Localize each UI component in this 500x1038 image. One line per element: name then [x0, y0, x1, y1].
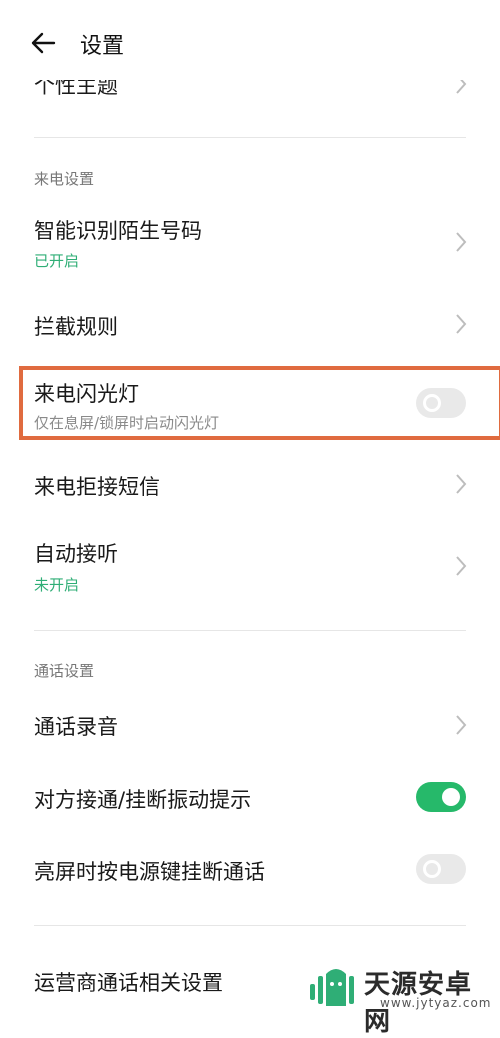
list-item-power-hangup[interactable]: 亮屏时按电源键挂断通话 — [0, 842, 500, 902]
flash-toggle[interactable] — [416, 388, 466, 418]
list-item-block-rules[interactable]: 拦截规则 — [0, 295, 500, 355]
watermark: 天源安卓网 www.jytyaz.com — [306, 962, 496, 1037]
list-item-reject-sms[interactable]: 来电拒接短信 — [0, 455, 500, 515]
divider — [34, 137, 466, 138]
toggle-knob — [442, 788, 460, 806]
power-hangup-toggle[interactable] — [416, 854, 466, 884]
app-header: 设置 — [0, 0, 500, 80]
chevron-right-icon — [456, 232, 467, 252]
item-label: 自动接听 — [34, 542, 118, 566]
chevron-right-icon — [456, 314, 467, 334]
toggle-knob — [423, 860, 441, 878]
item-label: 运营商通话相关设置 — [34, 971, 223, 995]
chevron-right-icon — [456, 715, 467, 735]
page-title: 设置 — [80, 34, 125, 59]
status-text: 未开启 — [34, 576, 80, 594]
toggle-knob — [423, 394, 441, 412]
section-header-call: 来电设置 — [34, 170, 95, 188]
item-label: 亮屏时按电源键挂断通话 — [34, 860, 265, 884]
item-label: 对方接通/挂断振动提示 — [34, 788, 252, 812]
divider — [34, 630, 466, 631]
watermark-logo-icon — [310, 969, 354, 1006]
chevron-right-icon — [456, 556, 467, 576]
vibrate-toggle[interactable] — [416, 782, 466, 812]
list-item-flash[interactable]: 来电闪光灯 仅在息屏/锁屏时启动闪光灯 — [0, 370, 500, 436]
item-label: 智能识别陌生号码 — [34, 219, 202, 243]
item-label: 来电拒接短信 — [34, 475, 160, 499]
item-label: 通话录音 — [34, 715, 118, 739]
list-item-smart-id[interactable]: 智能识别陌生号码 已开启 — [0, 205, 500, 285]
chevron-right-icon — [456, 474, 467, 494]
item-label: 拦截规则 — [34, 315, 118, 339]
divider — [34, 925, 466, 926]
list-item-auto-answer[interactable]: 自动接听 未开启 — [0, 530, 500, 610]
list-item-recording[interactable]: 通话录音 — [0, 697, 500, 757]
item-description: 仅在息屏/锁屏时启动闪光灯 — [34, 414, 220, 432]
list-item-vibrate[interactable]: 对方接通/挂断振动提示 — [0, 770, 500, 830]
back-arrow-icon[interactable] — [30, 30, 56, 56]
watermark-url: www.jytyaz.com — [380, 996, 492, 1010]
item-label: 来电闪光灯 — [34, 382, 139, 406]
status-text: 已开启 — [34, 252, 80, 270]
section-header-talk: 通话设置 — [34, 662, 95, 680]
